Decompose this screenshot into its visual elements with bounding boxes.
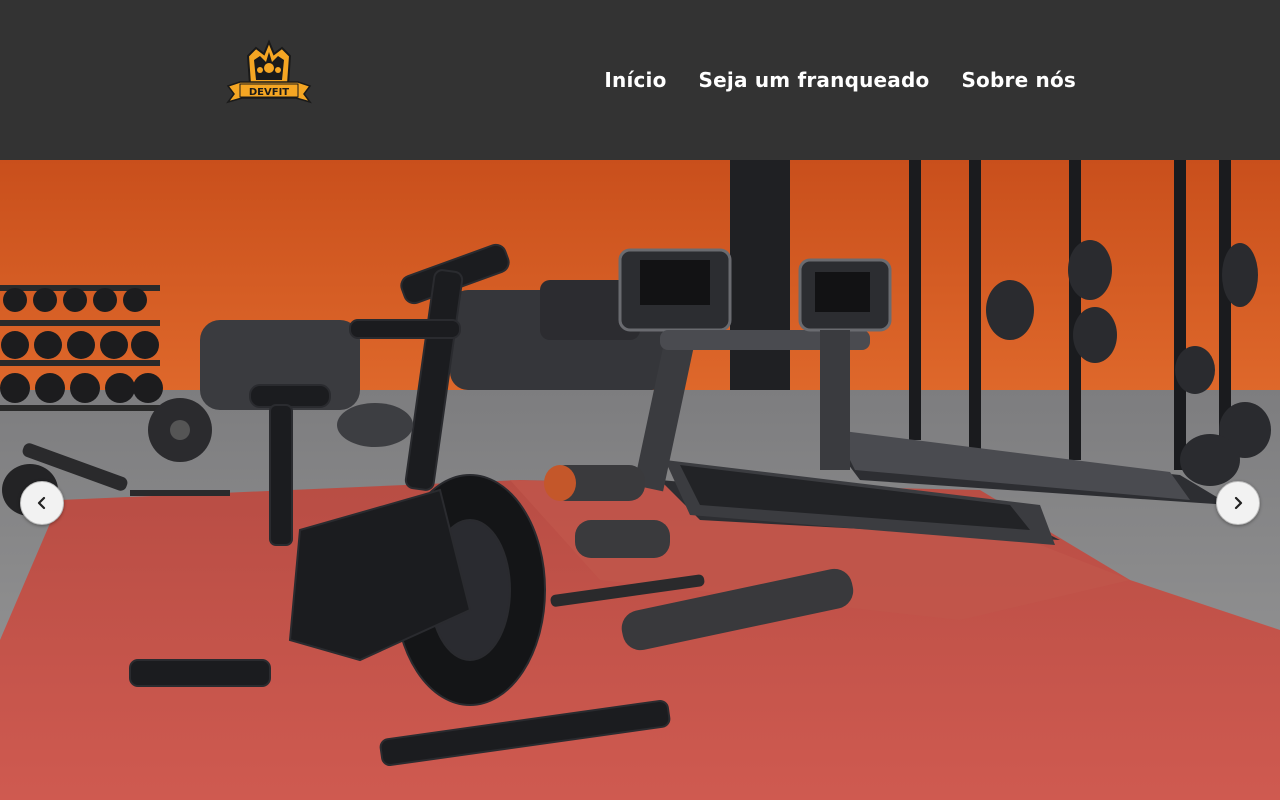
carousel-next-button[interactable] xyxy=(1216,481,1260,525)
nav-item-seja-um-franqueado[interactable]: Seja um franqueado xyxy=(699,66,930,94)
devfit-logo[interactable]: DEVFIT xyxy=(226,38,312,106)
chevron-right-icon xyxy=(1234,496,1243,510)
hero-carousel xyxy=(0,160,1280,800)
nav-item-sobre-nos[interactable]: Sobre nós xyxy=(961,66,1076,94)
crown-logo-icon: DEVFIT xyxy=(226,39,312,104)
carousel-prev-button[interactable] xyxy=(20,481,64,525)
chevron-left-icon xyxy=(37,496,46,510)
nav-item-inicio[interactable]: Início xyxy=(604,66,666,94)
logo-text: DEVFIT xyxy=(249,87,289,98)
site-header: DEVFIT Início Seja um franqueado Sobre n… xyxy=(0,0,1280,160)
gym-equipment-photo xyxy=(0,160,1280,800)
main-nav: Início Seja um franqueado Sobre nós xyxy=(572,66,1076,94)
